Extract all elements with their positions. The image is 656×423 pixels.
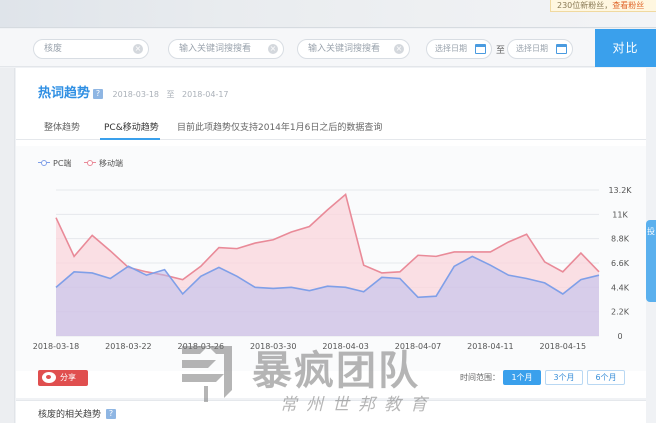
range-1-month-button[interactable]: 1个月 (503, 370, 541, 385)
x-tick-label: 2018-04-03 (322, 342, 369, 351)
tab-overall-trend[interactable]: 整体趋势 (44, 120, 80, 133)
y-tick-label: 8.8K (611, 235, 630, 244)
compare-button[interactable]: 对比 (595, 29, 656, 67)
x-tick-label: 2018-03-18 (33, 342, 80, 351)
y-tick-label: 4.4K (611, 283, 630, 292)
trend-title: 热词趋势 (38, 86, 91, 101)
y-tick-label: 2.2K (611, 308, 630, 317)
view-fans-link[interactable]: 查看粉丝 (612, 1, 644, 10)
fans-promo: 230位新粉丝，查看粉丝 (550, 0, 656, 12)
trend-date-start: 2018-03-18 (112, 90, 160, 99)
keyword-input-2-placeholder: 输入关键词搜搜看 (179, 44, 252, 54)
trend-date-end: 2018-04-17 (182, 90, 229, 99)
fans-promo-text: 230位新粉丝， (557, 1, 613, 10)
share-label: 分享 (60, 373, 76, 382)
end-date-placeholder: 选择日期 (516, 44, 548, 53)
compare-search-bar: 核废 × 输入关键词搜搜看 × 输入关键词搜搜看 × 选择日期 至 选择日期 对… (0, 29, 656, 67)
calendar-icon[interactable] (556, 44, 567, 54)
keyword-input-3[interactable]: 输入关键词搜搜看 × (297, 39, 410, 59)
x-tick-label: 2018-04-11 (467, 342, 514, 351)
related-trend-section: 核废的相关趋势? (16, 400, 646, 423)
trend-tabs: 整体趋势 PC&移动趋势 目前此项趋势仅支持2014年1月6日之后的数据查询 (16, 112, 646, 140)
trend-header: 热词趋势? 2018-03-18 至 2018-04-17 (38, 82, 229, 101)
clear-icon[interactable]: × (268, 44, 278, 54)
related-trend-title: 核废的相关趋势 (38, 410, 102, 420)
x-tick-label: 2018-03-30 (250, 342, 297, 351)
help-icon[interactable]: ? (106, 409, 117, 419)
clear-icon[interactable]: × (133, 44, 143, 54)
side-float-tab[interactable]: 投 (646, 220, 656, 302)
tab-note: 目前此项趋势仅支持2014年1月6日之后的数据查询 (177, 123, 383, 133)
y-tick-label: 6.6K (611, 259, 630, 268)
end-date-input[interactable]: 选择日期 (507, 39, 573, 59)
trend-date-separator: 至 (166, 90, 175, 99)
side-float-tab-label: 投 (647, 227, 655, 236)
trend-chart: PC端 移动端 0 2.2K 4.4K 6.6K 8.8K 11K 13.2K 2018-03… (16, 146, 646, 371)
date-to-label: 至 (496, 46, 506, 56)
clear-icon[interactable]: × (394, 44, 404, 54)
x-tick-label: 2018-03-22 (105, 342, 152, 351)
help-icon[interactable]: ? (93, 89, 104, 99)
y-tick-label: 13.2K (608, 186, 632, 195)
keyword-input-3-placeholder: 输入关键词搜搜看 (308, 44, 381, 54)
left-sidebar (0, 68, 15, 423)
keyword-input-1-value: 核废 (44, 44, 63, 54)
start-date-placeholder: 选择日期 (435, 44, 467, 53)
range-6-month-button[interactable]: 6个月 (587, 370, 625, 385)
active-tab-indicator (100, 138, 160, 140)
start-date-input[interactable]: 选择日期 (426, 39, 492, 59)
range-3-month-button[interactable]: 3个月 (545, 370, 583, 385)
x-tick-label: 2018-04-15 (540, 342, 587, 351)
time-range-label: 时间范围： (460, 373, 500, 382)
y-tick-label: 0 (617, 332, 622, 341)
chart-footer: 分享 时间范围： 1个月 3个月 6个月 (16, 368, 646, 390)
weibo-icon (42, 372, 56, 383)
share-button[interactable]: 分享 (38, 370, 88, 386)
tab-pc-mobile-trend[interactable]: PC&移动趋势 (104, 120, 159, 133)
calendar-icon[interactable] (475, 44, 486, 54)
top-banner: 230位新粉丝，查看粉丝 (0, 0, 656, 28)
related-trend-header: 核废的相关趋势? (38, 407, 122, 420)
trend-chart-svg: 0 2.2K 4.4K 6.6K 8.8K 11K 13.2K 2018-03-18 2018-… (33, 186, 633, 351)
x-tick-label: 2018-03-26 (178, 342, 225, 351)
trend-panel: 热词趋势? 2018-03-18 至 2018-04-17 整体趋势 PC&移动… (16, 68, 646, 398)
keyword-input-2[interactable]: 输入关键词搜搜看 × (168, 39, 284, 59)
y-tick-label: 11K (612, 210, 628, 219)
x-tick-label: 2018-04-07 (395, 342, 442, 351)
keyword-input-1[interactable]: 核废 × (33, 39, 149, 59)
